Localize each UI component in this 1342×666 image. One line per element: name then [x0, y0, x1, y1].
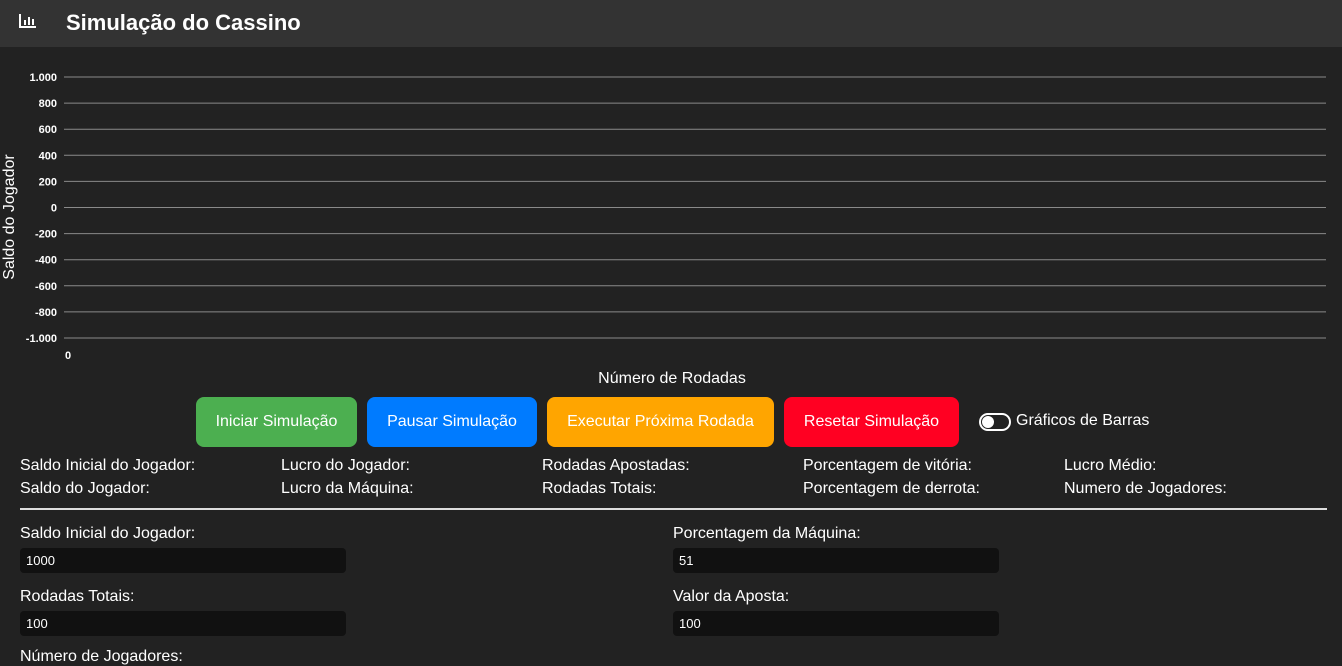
valor-aposta-label: Valor da Aposta:: [673, 588, 790, 605]
porcentagem-maquina-input[interactable]: [673, 548, 999, 573]
y-axis-label: Saldo do Jogador: [1, 154, 18, 280]
stat-lucro-maquina: Lucro da Máquina:: [281, 480, 414, 497]
bar-chart-icon: [19, 14, 36, 28]
y-tick-label: -800: [35, 307, 57, 319]
stat-lucro-medio: Lucro Médio:: [1064, 457, 1157, 474]
numero-jogadores-label: Número de Jogadores:: [20, 648, 183, 665]
x-tick-label: 0: [65, 350, 71, 362]
balance-chart: 1.000 800 600 400 200 0 -200 -400 -600 -800 -1.000…: [1, 72, 1326, 387]
stat-porcentagem-derrota: Porcentagem de derrota:: [803, 480, 980, 497]
x-axis-label: Número de Rodadas: [598, 370, 746, 387]
y-tick-label: 800: [39, 98, 57, 110]
porcentagem-maquina-label: Porcentagem da Máquina:: [673, 525, 861, 542]
rodadas-totais-label: Rodadas Totais:: [20, 588, 135, 605]
y-tick-label: 400: [39, 150, 57, 162]
stat-rodadas-totais: Rodadas Totais:: [542, 480, 657, 497]
stat-saldo-jogador: Saldo do Jogador:: [20, 480, 150, 497]
saldo-inicial-label: Saldo Inicial do Jogador:: [20, 525, 196, 542]
y-tick-label: 600: [39, 124, 57, 136]
y-tick-label: -600: [35, 281, 57, 293]
stat-saldo-inicial: Saldo Inicial do Jogador:: [20, 457, 196, 474]
divider: [20, 508, 1327, 510]
y-tick-label: 200: [39, 176, 57, 188]
next-round-button[interactable]: Executar Próxima Rodada: [547, 397, 774, 447]
bar-chart-toggle[interactable]: [979, 413, 1011, 431]
pause-simulation-button[interactable]: Pausar Simulação: [367, 397, 537, 447]
page-title: Simulação do Cassino: [66, 10, 301, 35]
stat-rodadas-apostadas: Rodadas Apostadas:: [542, 457, 690, 474]
y-tick-label: -1.000: [26, 333, 57, 345]
app-header: Simulação do Cassino: [0, 0, 1342, 47]
y-tick-label: -200: [35, 229, 57, 241]
stat-porcentagem-vitoria: Porcentagem de vitória:: [803, 457, 972, 474]
y-tick-label: -400: [35, 255, 57, 267]
saldo-inicial-input[interactable]: [20, 548, 346, 573]
reset-simulation-button[interactable]: Resetar Simulação: [784, 397, 959, 447]
valor-aposta-input[interactable]: [673, 611, 999, 636]
toggle-knob: [982, 416, 994, 428]
stat-numero-jogadores: Numero de Jogadores:: [1064, 480, 1227, 497]
y-tick-label: 1.000: [29, 72, 57, 84]
stat-lucro-jogador: Lucro do Jogador:: [281, 457, 410, 474]
bar-chart-toggle-label: Gráficos de Barras: [1016, 412, 1150, 429]
rodadas-totais-input[interactable]: [20, 611, 346, 636]
start-simulation-button[interactable]: Iniciar Simulação: [196, 397, 357, 447]
y-tick-label: 0: [51, 203, 57, 215]
